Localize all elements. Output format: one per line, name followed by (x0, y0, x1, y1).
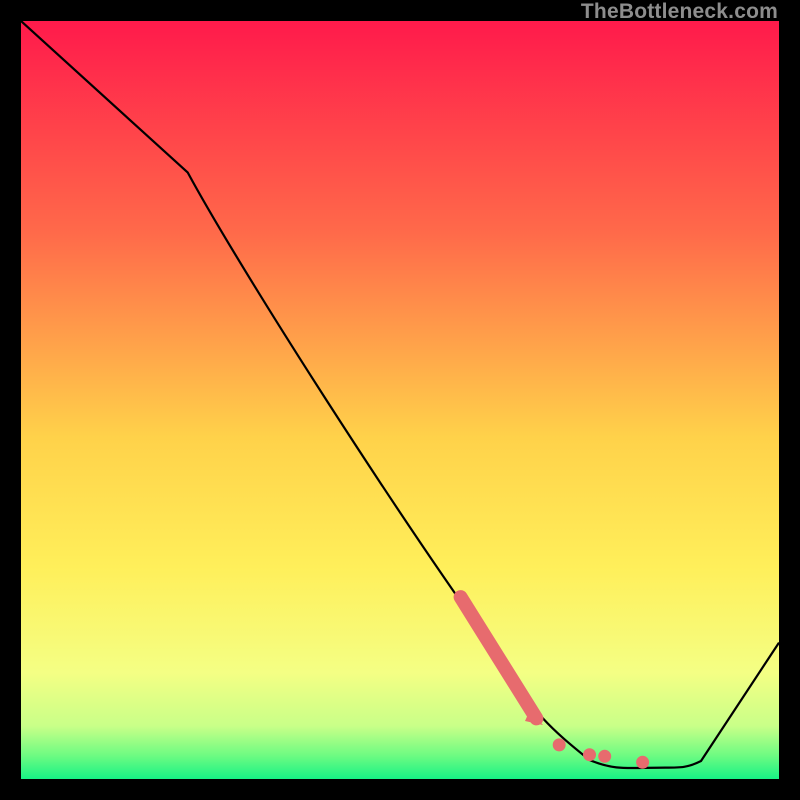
marker-dot (598, 750, 611, 763)
chart-root: TheBottleneck.com (0, 0, 800, 800)
plot-area (21, 21, 779, 779)
bottleneck-curve (21, 21, 779, 779)
watermark-text: TheBottleneck.com (581, 0, 778, 24)
highlight-segment (461, 597, 537, 718)
curve-path (21, 21, 779, 768)
marker-dot (553, 738, 566, 751)
marker-dot (583, 748, 596, 761)
marker-dot (636, 756, 649, 769)
